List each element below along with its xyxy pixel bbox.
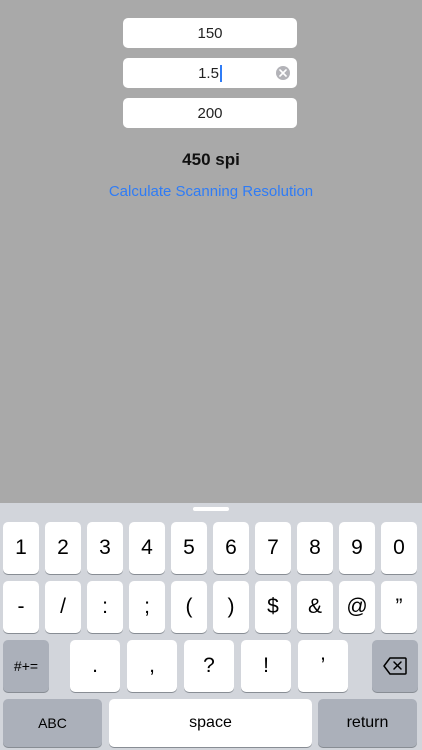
key-quote[interactable]: ” (381, 581, 417, 633)
key-slash[interactable]: / (45, 581, 81, 633)
key-ampersand[interactable]: & (297, 581, 333, 633)
space-key[interactable]: space (109, 699, 312, 747)
calculate-button[interactable]: Calculate Scanning Resolution (0, 183, 422, 200)
pixels-field[interactable]: 150 (123, 18, 297, 48)
result-label: 450 spi (182, 150, 240, 169)
return-key[interactable]: return (318, 699, 417, 747)
key-semicolon[interactable]: ; (129, 581, 165, 633)
text-cursor (219, 64, 222, 82)
key-1[interactable]: 1 (3, 522, 39, 574)
key-3[interactable]: 3 (87, 522, 123, 574)
key-open-paren[interactable]: ( (171, 581, 207, 633)
keyboard: 1 2 3 4 5 6 7 8 9 0 - / : ; ( ) $ & @ ” … (0, 503, 422, 750)
scale-field[interactable]: 1.5 (123, 58, 297, 88)
key-4[interactable]: 4 (129, 522, 165, 574)
backspace-icon[interactable] (372, 640, 418, 692)
key-hyphen[interactable]: - (3, 581, 39, 633)
key-9[interactable]: 9 (339, 522, 375, 574)
scale-value: 1.5 (198, 64, 219, 82)
key-at[interactable]: @ (339, 581, 375, 633)
key-apostrophe[interactable]: ’ (298, 640, 348, 692)
key-0[interactable]: 0 (381, 522, 417, 574)
key-dollar[interactable]: $ (255, 581, 291, 633)
key-8[interactable]: 8 (297, 522, 333, 574)
pixels-value: 150 (197, 24, 223, 42)
key-colon[interactable]: : (87, 581, 123, 633)
output-dpi-value: 200 (197, 104, 223, 122)
key-exclamation[interactable]: ! (241, 640, 291, 692)
key-6[interactable]: 6 (213, 522, 249, 574)
abc-key[interactable]: ABC (3, 699, 102, 747)
keyboard-grabber (193, 507, 229, 511)
key-5[interactable]: 5 (171, 522, 207, 574)
key-question[interactable]: ? (184, 640, 234, 692)
output-dpi-field[interactable]: 200 (123, 98, 297, 128)
symbols-key[interactable]: #+= (3, 640, 49, 692)
key-7[interactable]: 7 (255, 522, 291, 574)
key-period[interactable]: . (70, 640, 120, 692)
clear-text-icon[interactable] (276, 66, 290, 80)
key-2[interactable]: 2 (45, 522, 81, 574)
key-comma[interactable]: , (127, 640, 177, 692)
key-close-paren[interactable]: ) (213, 581, 249, 633)
